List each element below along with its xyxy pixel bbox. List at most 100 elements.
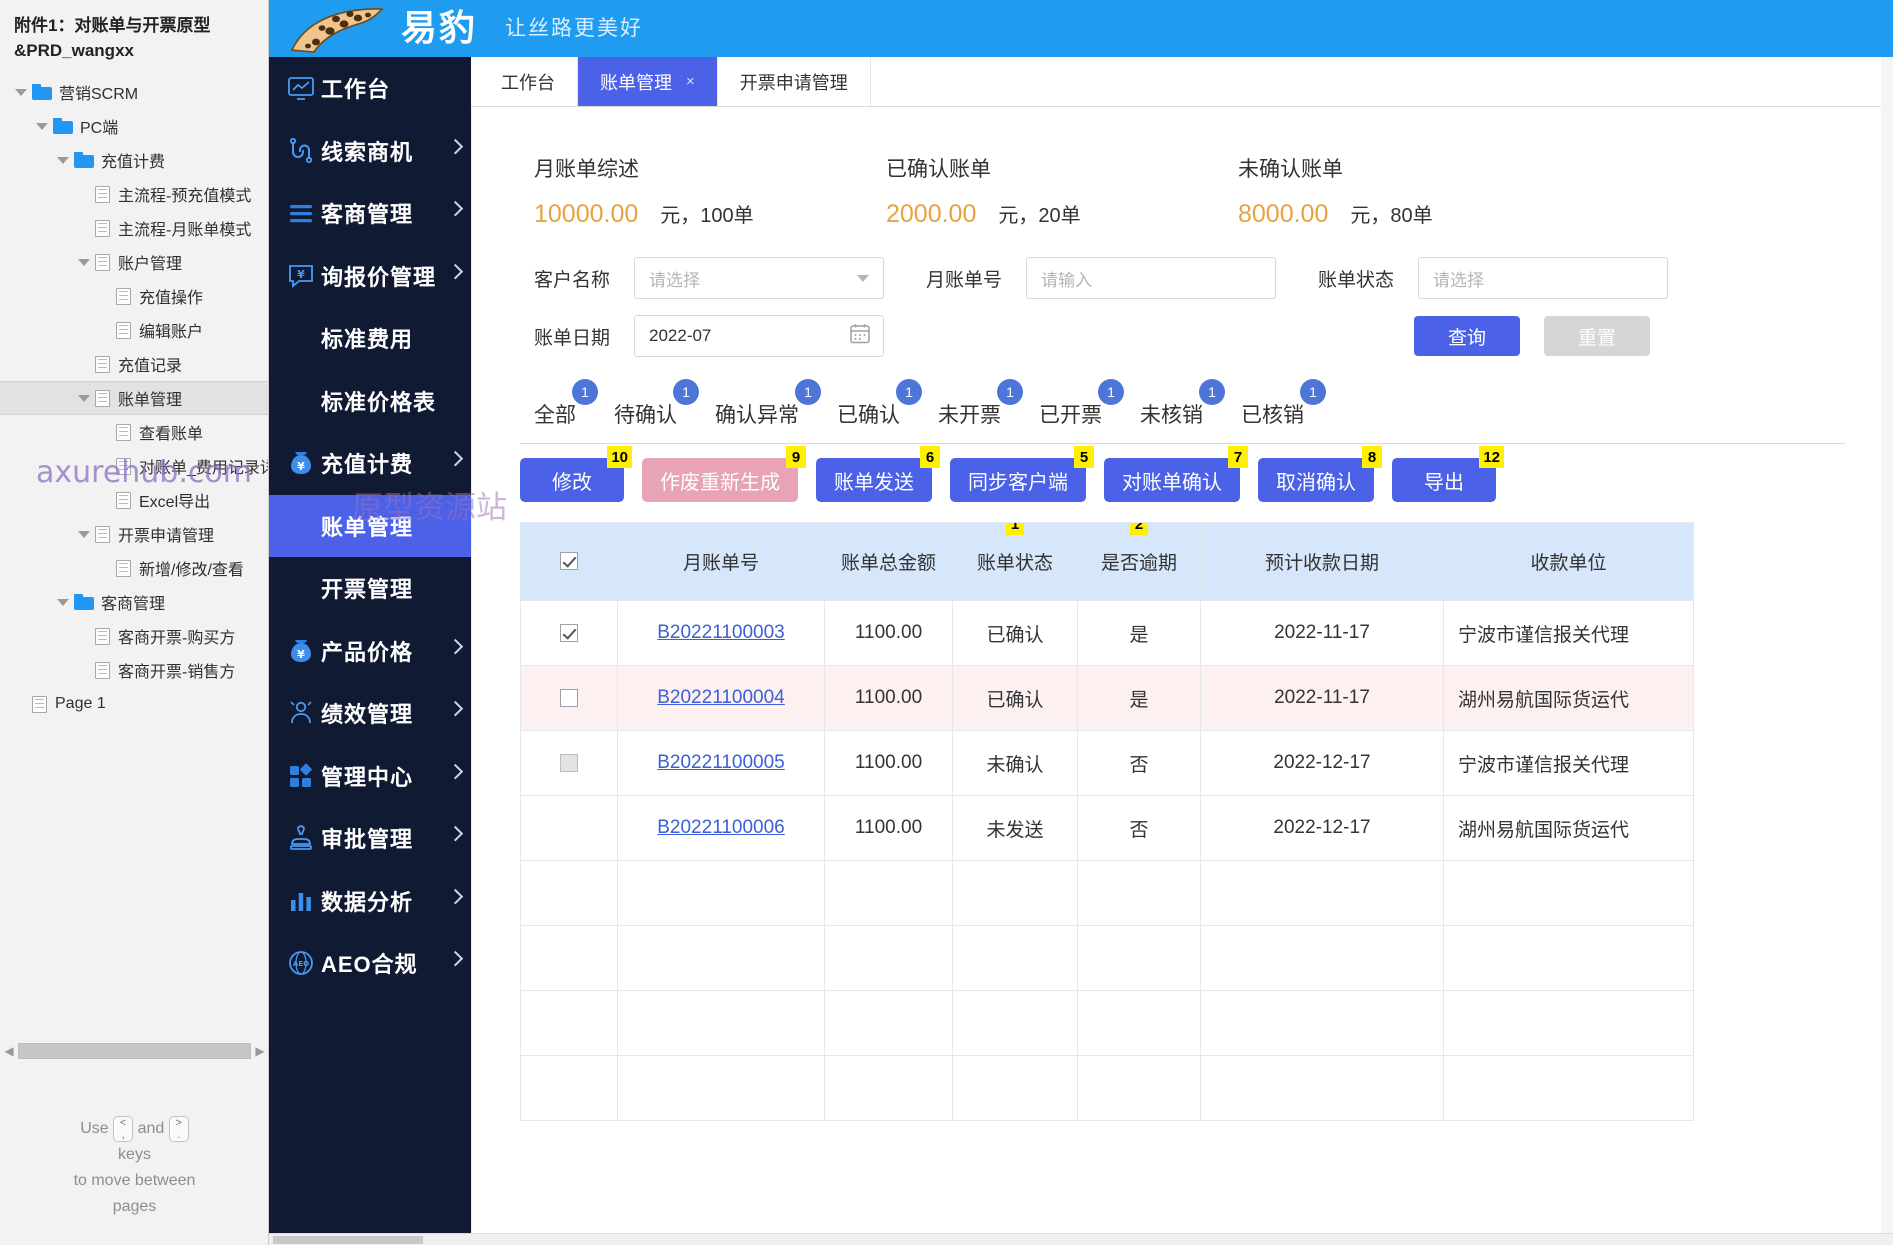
row-bill-no-cell[interactable]: [617, 990, 825, 1056]
sitemap-node[interactable]: Page 1: [0, 687, 268, 721]
search-button[interactable]: 查询: [1414, 316, 1521, 356]
bill-no-input[interactable]: 请输入: [1026, 257, 1276, 299]
close-icon[interactable]: ×: [686, 73, 695, 90]
row-checkbox[interactable]: [560, 623, 578, 642]
bill-no-link[interactable]: B20221100005: [657, 752, 785, 773]
row-select-cell[interactable]: [520, 795, 618, 861]
logo-wrap[interactable]: 易豹 让丝路更美好: [286, 2, 643, 54]
sidenav-item-5[interactable]: 标准费用: [269, 307, 471, 370]
sidenav-item-13[interactable]: 审批管理: [269, 807, 471, 870]
sitemap-node[interactable]: 新增/修改/查看: [0, 551, 268, 585]
sitemap-tree[interactable]: 营销SCRM PC端 充值计费 主流程-预充值模式 主流程-月账单模式 账户管理 充值操作编…: [0, 75, 268, 721]
primary-sidenav[interactable]: 工作台 线索商机 客商管理 ¥ 询报价管理 标准费用 标准价格表 ¥ 充值计费 账单管理 开票管理 ¥…: [269, 57, 471, 1245]
sitemap-node[interactable]: 开票申请管理: [0, 517, 268, 551]
status-tab-8[interactable]: 已核销 1: [1241, 379, 1326, 429]
row-bill-no-cell[interactable]: B20221100005: [617, 730, 825, 796]
row-select-cell[interactable]: [520, 925, 618, 991]
row-bill-no-cell[interactable]: B20221100006: [617, 795, 825, 861]
table-row[interactable]: B20221100005 1100.00 未确认否 2022-12-17 宁波市谨信报关…: [520, 730, 1694, 796]
table-row[interactable]: [520, 990, 1694, 1056]
sitemap-node[interactable]: 账户管理: [0, 245, 268, 279]
sitemap-node[interactable]: 账单管理: [0, 381, 268, 416]
sitemap-node[interactable]: 充值计费: [0, 143, 268, 177]
row-bill-no-cell[interactable]: B20221100004: [617, 665, 825, 731]
status-tab-2[interactable]: 待确认 1: [614, 379, 699, 429]
content-vscrollbar[interactable]: [1881, 57, 1893, 1233]
scroll-track[interactable]: [18, 1043, 251, 1059]
bill-date-input[interactable]: 2022-07: [634, 315, 884, 357]
status-tab-row[interactable]: 全部 1 待确认 1 确认异常 1 已确认 1 未开票 1 已开票 1 未核销 1 已核销 1: [472, 371, 1893, 429]
expand-caret-icon[interactable]: [31, 122, 53, 130]
sidenav-item-8[interactable]: 账单管理: [269, 494, 471, 557]
bill-no-link[interactable]: B20221100003: [657, 622, 785, 643]
sidenav-item-14[interactable]: 数据分析: [269, 870, 471, 933]
row-select-cell[interactable]: [520, 730, 618, 796]
sitemap-node[interactable]: 客商开票-销售方: [0, 653, 268, 687]
row-bill-no-cell[interactable]: [617, 1055, 825, 1121]
table-row[interactable]: B20221100006 1100.00 未发送否 2022-12-17 湖州易航国际货…: [520, 795, 1694, 861]
row-bill-no-cell[interactable]: [617, 925, 825, 991]
sidenav-item-2[interactable]: 线索商机: [269, 120, 471, 183]
action-button-5[interactable]: 对账单确认: [1104, 458, 1240, 502]
reset-button[interactable]: 重置: [1544, 316, 1651, 356]
sidenav-item-15[interactable]: AEO AEO合规: [269, 932, 471, 995]
sitemap-node[interactable]: 充值操作: [0, 279, 268, 313]
sidenav-item-7[interactable]: ¥ 充值计费: [269, 432, 471, 495]
action-button-2[interactable]: 作废重新生成: [642, 458, 798, 502]
expand-caret-icon[interactable]: [52, 156, 74, 164]
content-hscrollbar[interactable]: [269, 1233, 1893, 1245]
hscrollbar-thumb[interactable]: [273, 1236, 423, 1244]
row-select-cell[interactable]: [520, 860, 618, 926]
sitemap-hscrollbar[interactable]: ◀ ▶: [0, 1039, 268, 1063]
sidenav-item-9[interactable]: 开票管理: [269, 557, 471, 620]
tab-1[interactable]: 工作台: [479, 57, 578, 106]
table-row[interactable]: [520, 860, 1694, 926]
scroll-left-icon[interactable]: ◀: [0, 1044, 18, 1058]
table-row[interactable]: B20221100003 1100.00 已确认是 2022-11-17 宁波市谨信报关…: [520, 600, 1694, 666]
sidenav-item-12[interactable]: 管理中心: [269, 745, 471, 808]
sitemap-node[interactable]: 营销SCRM: [0, 75, 268, 109]
sitemap-node[interactable]: 主流程-月账单模式: [0, 211, 268, 245]
sitemap-node[interactable]: 客商管理: [0, 585, 268, 619]
row-select-cell[interactable]: [520, 1055, 618, 1121]
tab-bar[interactable]: 工作台 账单管理 × 开票申请管理: [471, 57, 1893, 107]
bill-no-link[interactable]: B20221100006: [657, 817, 785, 838]
sidenav-item-4[interactable]: ¥ 询报价管理: [269, 245, 471, 308]
sitemap-node[interactable]: 客商开票-购买方: [0, 619, 268, 653]
sitemap-node[interactable]: PC端: [0, 109, 268, 143]
sidenav-item-1[interactable]: 工作台: [269, 57, 471, 120]
expand-caret-icon[interactable]: [73, 394, 95, 402]
table-row[interactable]: B20221100004 1100.00 已确认是 2022-11-17 湖州易航国际货…: [520, 665, 1694, 731]
sitemap-node[interactable]: 主流程-预充值模式: [0, 177, 268, 211]
action-button-3[interactable]: 账单发送: [816, 458, 932, 502]
sitemap-node[interactable]: 对账单_费用记录详情: [0, 449, 268, 483]
sidenav-item-10[interactable]: ¥ 产品价格: [269, 620, 471, 683]
expand-caret-icon[interactable]: [52, 598, 74, 606]
sidenav-item-6[interactable]: 标准价格表: [269, 370, 471, 433]
calendar-icon[interactable]: [849, 323, 871, 350]
status-tab-6[interactable]: 已开票 1: [1039, 379, 1124, 429]
status-tab-3[interactable]: 确认异常 1: [715, 379, 821, 429]
row-select-cell[interactable]: [520, 665, 618, 731]
tab-2[interactable]: 账单管理 ×: [578, 57, 718, 106]
scroll-right-icon[interactable]: ▶: [251, 1044, 268, 1058]
expand-caret-icon[interactable]: [73, 530, 95, 538]
action-button-row[interactable]: 修改 10 作废重新生成 9 账单发送 6 同步客户端 5 对账单确认 7 取消确认 8 导出 12: [472, 444, 1893, 502]
sitemap-node[interactable]: 充值记录: [0, 347, 268, 381]
bill-no-link[interactable]: B20221100004: [657, 687, 785, 708]
sitemap-node[interactable]: 查看账单: [0, 415, 268, 449]
select-all-checkbox[interactable]: [560, 552, 578, 571]
row-checkbox[interactable]: [560, 688, 578, 707]
row-select-cell[interactable]: [520, 600, 618, 666]
status-tab-4[interactable]: 已确认 1: [837, 379, 922, 429]
sidenav-item-3[interactable]: 客商管理: [269, 182, 471, 245]
action-button-6[interactable]: 取消确认: [1258, 458, 1374, 502]
status-tab-5[interactable]: 未开票 1: [938, 379, 1023, 429]
row-bill-no-cell[interactable]: B20221100003: [617, 600, 825, 666]
status-tab-1[interactable]: 全部 1: [534, 379, 598, 429]
bill-status-select[interactable]: 请选择: [1418, 257, 1668, 299]
expand-caret-icon[interactable]: [73, 258, 95, 266]
row-select-cell[interactable]: [520, 990, 618, 1056]
row-bill-no-cell[interactable]: [617, 860, 825, 926]
customer-select[interactable]: 请选择: [634, 257, 884, 299]
